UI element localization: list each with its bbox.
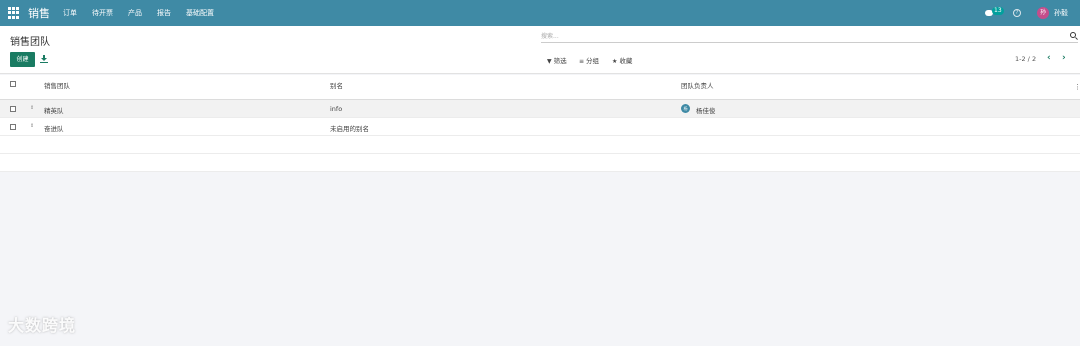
favorites-label: 收藏 [619,57,633,65]
menu-products[interactable]: 产品 [128,8,142,18]
empty-row [0,136,1080,154]
menu-reporting[interactable]: 报告 [157,8,171,18]
search-icon[interactable] [1070,32,1076,38]
group-by-button[interactable]: ≡ 分组 [579,55,599,65]
table-row[interactable]: ⇕ 奋进队 未启用的别名 [0,118,1080,136]
apps-menu-icon[interactable] [8,7,20,19]
table-header: 销售团队 别名 团队负责人 ⋮ [0,75,1080,100]
leader-avatar: 杨 [681,104,690,113]
menu-configuration[interactable]: 基础配置 [186,8,214,18]
row-checkbox[interactable] [10,124,16,130]
app-brand[interactable]: 销售 [28,5,50,21]
pager-value[interactable]: 1-2 / 2 [1015,55,1036,63]
drag-handle-icon[interactable]: ⇕ [30,123,34,129]
menu-orders[interactable]: 订单 [63,8,77,18]
create-button[interactable]: 创建 [10,52,35,67]
top-navbar: 销售 订单 待开票 产品 报告 基础配置 13 ? 孙 孙毅 [0,0,1080,26]
page-title: 销售团队 [10,37,50,48]
filter-icon: ▼ [547,58,552,65]
empty-row [0,154,1080,172]
drag-handle-icon[interactable]: ⇕ [30,105,34,111]
watermark: 大数跨境 [8,316,77,335]
column-header-team[interactable]: 销售团队 [44,80,70,90]
pager-next-icon[interactable]: › [1062,53,1066,63]
star-icon: ★ [612,58,618,65]
column-header-leader[interactable]: 团队负责人 [681,80,714,90]
cell-alias: 未启用的别名 [330,125,369,133]
favorites-button[interactable]: ★ 收藏 [612,55,632,65]
menu-to-invoice[interactable]: 待开票 [92,8,113,18]
filter-label: 筛选 [553,57,567,65]
help-icon[interactable]: ? [1013,9,1021,17]
list-table: 销售团队 别名 团队负责人 ⋮ ⇕ 精英队 info 杨 杨佳俊 ⇕ 奋进队 未… [0,75,1080,172]
search-input[interactable] [541,31,1078,42]
download-icon-base [40,62,48,63]
cell-team: 奋进队 [44,125,64,133]
message-count-badge: 13 [992,7,1004,15]
user-avatar[interactable]: 孙 [1037,7,1049,19]
control-panel: 销售团队 创建 ▼筛选 ≡分组 ★收藏 1-2 / 2 ‹ › [0,26,1080,74]
cell-team: 精英队 [44,107,64,115]
user-name[interactable]: 孙毅 [1054,8,1068,18]
filter-button[interactable]: ▼ 筛选 [547,55,567,65]
select-all-checkbox[interactable] [10,81,16,87]
search-bar [541,31,1078,43]
list-icon: ≡ [579,58,585,65]
table-row[interactable]: ⇕ 精英队 info 杨 杨佳俊 [0,100,1080,118]
messaging-button[interactable]: 13 [985,6,1004,20]
pager-previous-icon[interactable]: ‹ [1047,53,1051,63]
row-checkbox[interactable] [10,106,16,112]
group-by-label: 分组 [586,57,600,65]
column-header-alias[interactable]: 别名 [330,80,343,90]
cell-alias: info [330,105,343,113]
cell-leader: 杨佳俊 [696,107,716,115]
column-options-icon[interactable]: ⋮ [1074,83,1080,91]
